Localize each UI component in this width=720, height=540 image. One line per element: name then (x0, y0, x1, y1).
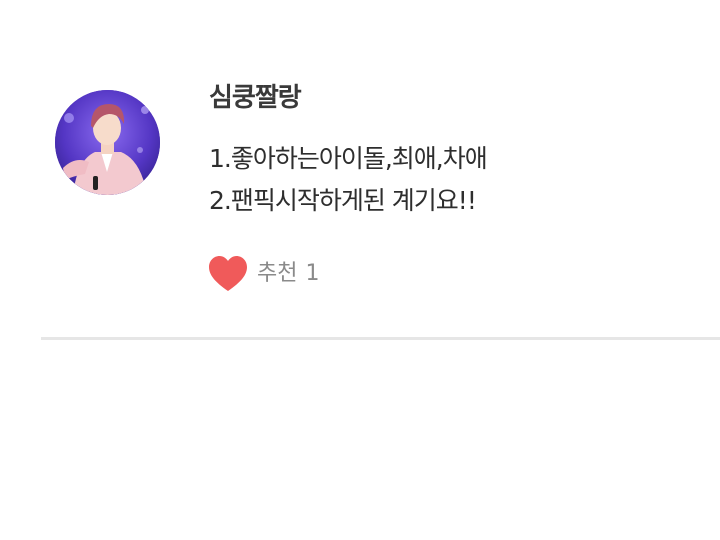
comment-line: 1.좋아하는아이돌,최애,차애 (209, 144, 488, 173)
comment-body: 1.좋아하는아이돌,최애,차애 2.팬픽시작하게된 계기요!! (209, 138, 689, 222)
recommend-count: 1 (305, 261, 320, 286)
avatar[interactable] (55, 90, 160, 195)
comment-item: 심쿵짤랑 1.좋아하는아이돌,최애,차애 2.팬픽시작하게된 계기요!! 추천 … (0, 0, 720, 338)
page: 심쿵짤랑 1.좋아하는아이돌,최애,차애 2.팬픽시작하게된 계기요!! 추천 … (0, 0, 720, 540)
divider (41, 337, 720, 340)
comment-author[interactable]: 심쿵짤랑 (209, 78, 302, 118)
recommend-button[interactable]: 추천 1 (207, 253, 319, 295)
recommend-label: 추천 (257, 261, 298, 286)
comment-line: 2.팬픽시작하게된 계기요!! (209, 186, 477, 215)
avatar-photo (55, 90, 160, 195)
heart-icon (207, 254, 249, 294)
